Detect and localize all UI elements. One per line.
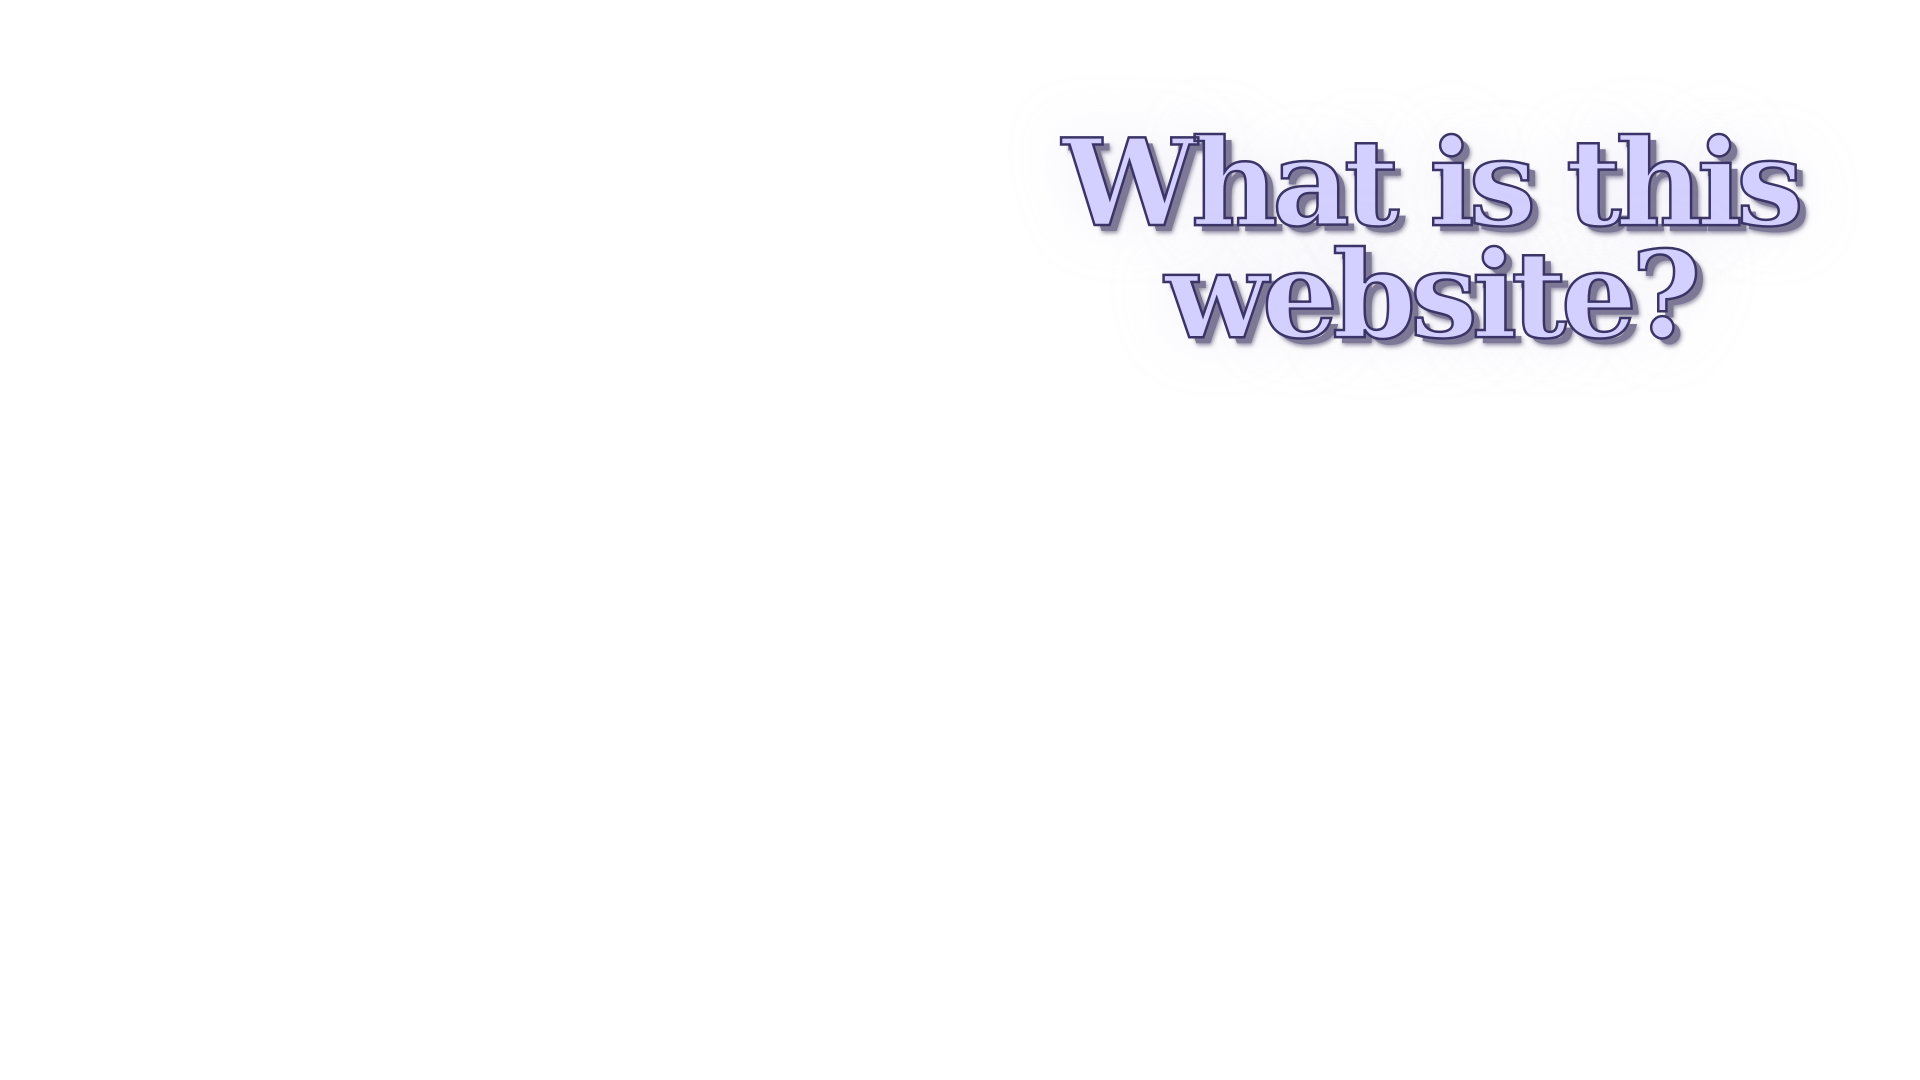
hero-heading: What is this website?: [1030, 113, 1830, 366]
page-canvas: What is this website?: [0, 0, 1920, 1080]
hero-heading-line-2: website?: [1163, 225, 1702, 366]
hero-heading-line-1: What is this: [1061, 113, 1805, 254]
